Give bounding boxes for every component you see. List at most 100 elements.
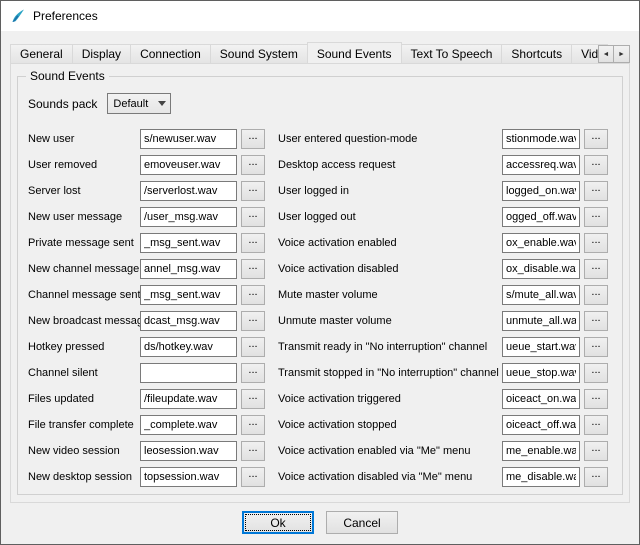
- sound-event-row: New user...: [28, 129, 268, 149]
- sound-event-label: User removed: [28, 159, 140, 171]
- sounds-pack-row: Sounds pack Default: [28, 93, 614, 114]
- sound-event-row: Private message sent...: [28, 233, 268, 253]
- sound-event-label: Voice activation enabled via "Me" menu: [278, 445, 502, 457]
- app-icon: [10, 8, 26, 24]
- browse-button[interactable]: ...: [584, 259, 608, 279]
- sound-event-label: Transmit ready in "No interruption" chan…: [278, 341, 502, 353]
- sound-file-input[interactable]: [140, 363, 237, 383]
- sounds-pack-selected-value: Default: [113, 98, 148, 110]
- browse-button[interactable]: ...: [241, 467, 265, 487]
- sound-file-input[interactable]: [140, 389, 237, 409]
- sound-event-label: New user: [28, 133, 140, 145]
- browse-button[interactable]: ...: [241, 285, 265, 305]
- sound-events-column-left: New user...User removed...Server lost...…: [28, 129, 268, 493]
- browse-button[interactable]: ...: [241, 233, 265, 253]
- tab-shortcuts[interactable]: Shortcuts: [501, 44, 572, 63]
- sound-file-input[interactable]: [502, 389, 580, 409]
- browse-button[interactable]: ...: [241, 207, 265, 227]
- sound-event-label: Channel message sent: [28, 289, 140, 301]
- sound-event-row: User removed...: [28, 155, 268, 175]
- sound-event-row: User logged out...: [278, 207, 614, 227]
- window-title: Preferences: [33, 9, 98, 23]
- browse-button[interactable]: ...: [584, 441, 608, 461]
- sound-file-input[interactable]: [502, 467, 580, 487]
- sound-file-input[interactable]: [140, 415, 237, 435]
- sound-event-row: Hotkey pressed...: [28, 337, 268, 357]
- browse-button[interactable]: ...: [241, 415, 265, 435]
- dialog-footer: Ok Cancel: [1, 511, 639, 534]
- sound-file-input[interactable]: [502, 337, 580, 357]
- sound-event-label: User entered question-mode: [278, 133, 502, 145]
- sound-file-input[interactable]: [140, 181, 237, 201]
- sound-event-columns: New user...User removed...Server lost...…: [26, 129, 614, 493]
- sound-event-row: Voice activation stopped...: [278, 415, 614, 435]
- cancel-button[interactable]: Cancel: [326, 511, 398, 534]
- browse-button[interactable]: ...: [584, 207, 608, 227]
- group-label: Sound Events: [26, 69, 109, 83]
- sound-event-row: New channel message...: [28, 259, 268, 279]
- browse-button[interactable]: ...: [241, 181, 265, 201]
- browse-button[interactable]: ...: [584, 129, 608, 149]
- sound-file-input[interactable]: [140, 467, 237, 487]
- sound-file-input[interactable]: [502, 207, 580, 227]
- sound-file-input[interactable]: [140, 155, 237, 175]
- sound-file-input[interactable]: [502, 129, 580, 149]
- sound-file-input[interactable]: [140, 441, 237, 461]
- sound-file-input[interactable]: [140, 285, 237, 305]
- browse-button[interactable]: ...: [584, 389, 608, 409]
- tab-scroll-right-button[interactable]: ►: [614, 45, 630, 63]
- tab-text-to-speech[interactable]: Text To Speech: [401, 44, 503, 63]
- browse-button[interactable]: ...: [241, 389, 265, 409]
- browse-button[interactable]: ...: [584, 311, 608, 331]
- sound-event-label: Files updated: [28, 393, 140, 405]
- sound-event-label: Desktop access request: [278, 159, 502, 171]
- browse-button[interactable]: ...: [584, 181, 608, 201]
- browse-button[interactable]: ...: [584, 155, 608, 175]
- sound-event-label: Mute master volume: [278, 289, 502, 301]
- browse-button[interactable]: ...: [241, 259, 265, 279]
- sound-file-input[interactable]: [502, 181, 580, 201]
- browse-button[interactable]: ...: [584, 467, 608, 487]
- sound-event-row: New video session...: [28, 441, 268, 461]
- sound-file-input[interactable]: [140, 129, 237, 149]
- sound-file-input[interactable]: [502, 233, 580, 253]
- browse-button[interactable]: ...: [584, 233, 608, 253]
- sound-event-row: Voice activation triggered...: [278, 389, 614, 409]
- sound-file-input[interactable]: [502, 363, 580, 383]
- sound-event-row: Voice activation disabled...: [278, 259, 614, 279]
- browse-button[interactable]: ...: [241, 155, 265, 175]
- sound-file-input[interactable]: [502, 441, 580, 461]
- sound-file-input[interactable]: [140, 337, 237, 357]
- tab-connection[interactable]: Connection: [130, 44, 211, 63]
- browse-button[interactable]: ...: [241, 129, 265, 149]
- tab-sound-system[interactable]: Sound System: [210, 44, 308, 63]
- tab-sound-events[interactable]: Sound Events: [307, 42, 402, 63]
- tab-general[interactable]: General: [10, 44, 73, 63]
- sound-file-input[interactable]: [140, 233, 237, 253]
- sound-event-row: User entered question-mode...: [278, 129, 614, 149]
- sound-event-label: New user message: [28, 211, 140, 223]
- sound-event-row: New broadcast message...: [28, 311, 268, 331]
- sounds-pack-combobox[interactable]: Default: [107, 93, 171, 114]
- sound-file-input[interactable]: [140, 311, 237, 331]
- tab-display[interactable]: Display: [72, 44, 131, 63]
- sound-event-label: Voice activation disabled: [278, 263, 502, 275]
- browse-button[interactable]: ...: [584, 337, 608, 357]
- browse-button[interactable]: ...: [241, 441, 265, 461]
- browse-button[interactable]: ...: [241, 311, 265, 331]
- browse-button[interactable]: ...: [584, 363, 608, 383]
- browse-button[interactable]: ...: [584, 415, 608, 435]
- ok-button[interactable]: Ok: [242, 511, 314, 534]
- sound-file-input[interactable]: [502, 259, 580, 279]
- browse-button[interactable]: ...: [241, 337, 265, 357]
- tab-scroll-left-button[interactable]: ◄: [598, 45, 614, 63]
- sound-event-label: Server lost: [28, 185, 140, 197]
- sound-file-input[interactable]: [502, 155, 580, 175]
- browse-button[interactable]: ...: [584, 285, 608, 305]
- browse-button[interactable]: ...: [241, 363, 265, 383]
- sound-file-input[interactable]: [140, 259, 237, 279]
- sound-file-input[interactable]: [502, 415, 580, 435]
- sound-file-input[interactable]: [502, 311, 580, 331]
- sound-file-input[interactable]: [502, 285, 580, 305]
- sound-file-input[interactable]: [140, 207, 237, 227]
